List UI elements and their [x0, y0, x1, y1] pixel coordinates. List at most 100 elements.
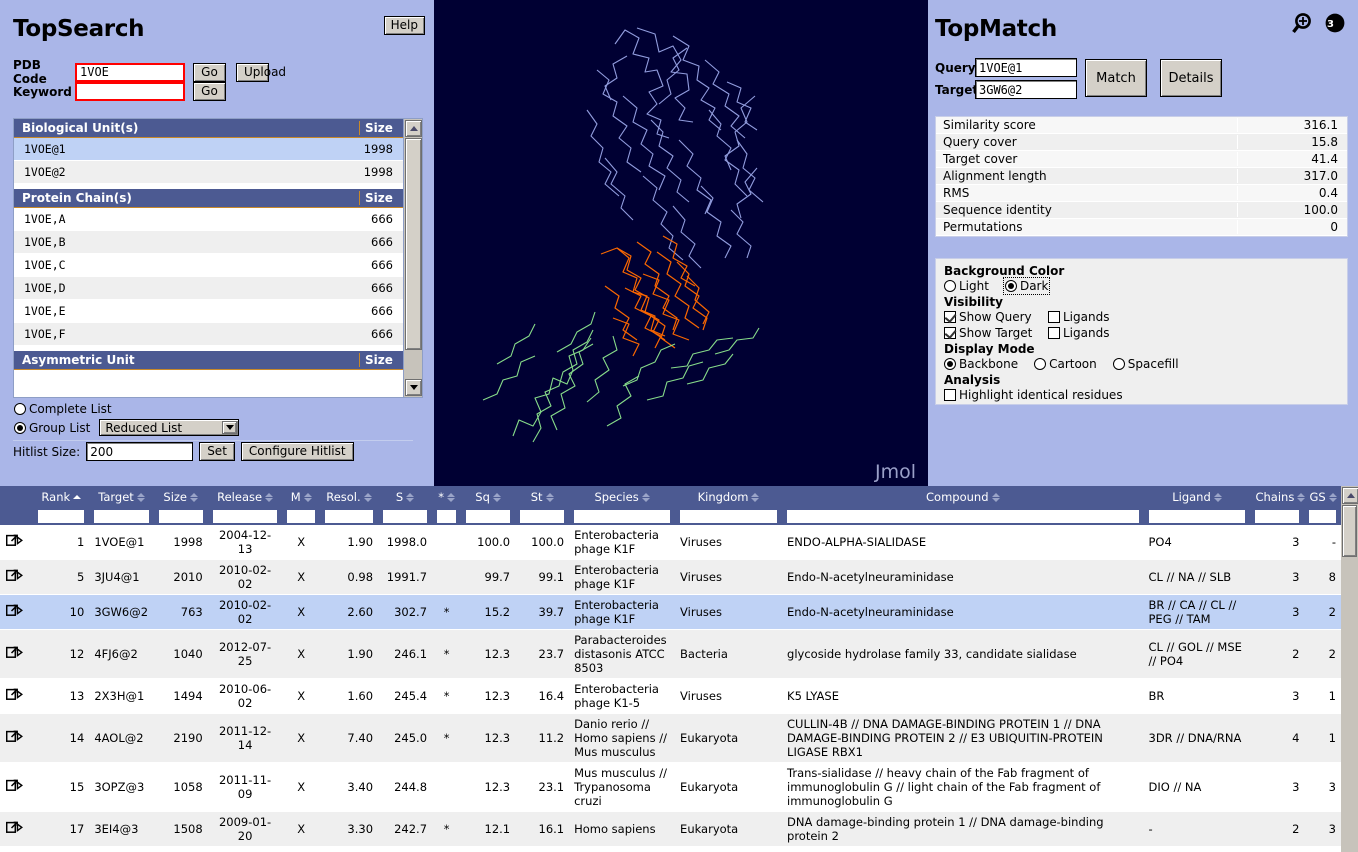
row-open-cell[interactable] [0, 811, 34, 847]
highlight-option[interactable]: Highlight identical residues [944, 388, 1339, 402]
row-open-cell[interactable] [0, 525, 34, 560]
filter-resol-input[interactable] [324, 510, 374, 523]
th-gs[interactable]: GS [1304, 486, 1341, 506]
table-row[interactable]: 1 1VOE@1 1998 2004-12-13 X 1.90 1998.0 100.0 100… [0, 525, 1341, 560]
query-ligands-option[interactable]: Ligands [1048, 310, 1109, 324]
results-table-container[interactable]: Rank Target Size Release M Resol. S * Sq… [0, 486, 1358, 852]
table-row[interactable]: 5 3JU4@1 2010 2010-02-02 X 0.98 1991.7 99.7 99.1… [0, 559, 1341, 595]
list-scrollbar[interactable] [403, 119, 422, 397]
set-button[interactable]: Set [199, 442, 235, 461]
scroll-down-button[interactable] [405, 379, 422, 396]
cartoon-option[interactable]: Cartoon [1034, 357, 1097, 371]
list-item[interactable]: 1VOE,B 666 [14, 231, 403, 254]
match-button[interactable]: Match [1085, 59, 1147, 97]
filter-size[interactable] [153, 506, 208, 525]
scroll-up-button[interactable] [405, 120, 422, 137]
list-item[interactable]: 1VOE,A 666 [14, 208, 403, 231]
show-target-checkbox[interactable] [944, 327, 956, 339]
list-item[interactable]: 1VOE@2 1998 [14, 161, 403, 184]
list-item[interactable]: 1VOE,C 666 [14, 254, 403, 277]
open-structure-icon[interactable] [5, 821, 25, 834]
filter-target[interactable] [89, 506, 154, 525]
filter-rank-input[interactable] [38, 510, 85, 523]
pdb-go-button[interactable]: Go [193, 62, 226, 82]
open-structure-icon[interactable] [5, 569, 25, 582]
light-option[interactable]: Light [944, 279, 989, 293]
table-row[interactable]: 184BBW@15202013-08-14X2.30242.112.146.6B… [0, 846, 1341, 852]
row-open-cell[interactable] [0, 713, 34, 763]
filter-release-input[interactable] [212, 510, 278, 523]
open-structure-icon[interactable] [5, 688, 25, 701]
dark-option[interactable]: Dark [1002, 277, 1051, 295]
target-ligands-option[interactable]: Ligands [1048, 326, 1109, 340]
rotate-3d-icon[interactable]: 3 [1322, 12, 1348, 36]
keyword-input[interactable] [75, 82, 185, 101]
filter-compound[interactable] [782, 506, 1144, 525]
filter-ligand-input[interactable] [1148, 510, 1246, 523]
target-input[interactable] [975, 80, 1077, 99]
group-list-select[interactable]: Reduced List [99, 419, 240, 436]
table-row[interactable]: 14 4AOL@2 2190 2011-12-14 X 7.40 245.0 * 12.3 11.… [0, 713, 1341, 763]
th-chains[interactable]: Chains [1250, 486, 1306, 506]
th-species[interactable]: Species [569, 486, 676, 506]
filter-kingdom[interactable] [675, 506, 783, 525]
filter-size-input[interactable] [158, 510, 203, 523]
th-resol[interactable]: Resol. [319, 486, 379, 506]
show-query-option[interactable]: Show Query [944, 310, 1048, 324]
filter-compound-input[interactable] [787, 510, 1139, 523]
th-s[interactable]: S [378, 486, 433, 506]
complete-list-option[interactable]: Complete List [14, 402, 112, 416]
upload-button[interactable]: Upload [236, 62, 286, 82]
spacefill-option[interactable]: Spacefill [1112, 357, 1179, 371]
results-scrollbar[interactable] [1341, 486, 1358, 852]
filter-sq-input[interactable] [466, 510, 511, 523]
group-list-option[interactable]: Group List Reduced List [14, 419, 240, 436]
row-open-cell[interactable] [0, 678, 34, 714]
filter-gs-input[interactable] [1309, 510, 1336, 523]
filter-chains-input[interactable] [1255, 510, 1300, 523]
scrollbar-thumb[interactable] [405, 138, 422, 350]
th-size[interactable]: Size [153, 486, 208, 506]
backbone-option[interactable]: Backbone [944, 357, 1018, 371]
filter-st-input[interactable] [520, 510, 565, 523]
complete-list-radio[interactable] [14, 403, 26, 415]
list-item[interactable]: 1VOE,F 666 [14, 323, 403, 346]
details-button[interactable]: Details [1160, 59, 1222, 97]
filter-m-input[interactable] [287, 510, 315, 523]
protein-structure-render[interactable] [437, 0, 925, 486]
table-row[interactable]: 15 3OPZ@3 1058 2011-11-09 X 3.40 244.8 12.3 23.1… [0, 762, 1341, 812]
target-ligands-checkbox[interactable] [1048, 327, 1060, 339]
open-structure-icon[interactable] [5, 779, 25, 792]
filter-m[interactable] [282, 506, 320, 525]
open-structure-icon[interactable] [5, 534, 25, 547]
group-list-radio[interactable] [14, 421, 26, 434]
filter-s[interactable] [378, 506, 433, 525]
table-row[interactable]: 12 4FJ6@2 1040 2012-07-25 X 1.90 246.1 * 12.3 23.… [0, 629, 1341, 679]
query-input[interactable] [975, 58, 1077, 77]
light-radio[interactable] [944, 280, 956, 292]
th-ligand[interactable]: Ligand [1143, 486, 1251, 506]
configure-hitlist-button[interactable]: Configure Hitlist [240, 442, 354, 461]
keyword-go-button[interactable]: Go [193, 82, 226, 101]
list-item[interactable]: 1VOE,D 666 [14, 277, 403, 300]
hitlist-size-input[interactable] [86, 442, 194, 461]
row-open-cell[interactable] [0, 594, 34, 630]
th-target[interactable]: Target [89, 486, 154, 506]
filter-release[interactable] [207, 506, 283, 525]
th-sq[interactable]: Sq [461, 486, 516, 506]
zoom-in-icon[interactable] [1292, 12, 1318, 36]
open-structure-icon[interactable] [5, 730, 25, 743]
th-m[interactable]: M [282, 486, 320, 506]
th-star[interactable]: * [432, 486, 462, 506]
filter-ligand[interactable] [1143, 506, 1251, 525]
highlight-identical-residues[interactable]: Highlight identical residues [944, 388, 1123, 402]
backbone-radio[interactable] [944, 358, 956, 370]
show-target-option[interactable]: Show Target [944, 326, 1048, 340]
filter-target-input[interactable] [94, 510, 149, 523]
row-open-cell[interactable] [0, 846, 34, 852]
th-rank[interactable]: Rank [33, 486, 90, 506]
filter-sq[interactable] [461, 506, 516, 525]
open-structure-icon[interactable] [5, 646, 25, 659]
th-compound[interactable]: Compound [782, 486, 1144, 506]
filter-species-input[interactable] [574, 510, 671, 523]
